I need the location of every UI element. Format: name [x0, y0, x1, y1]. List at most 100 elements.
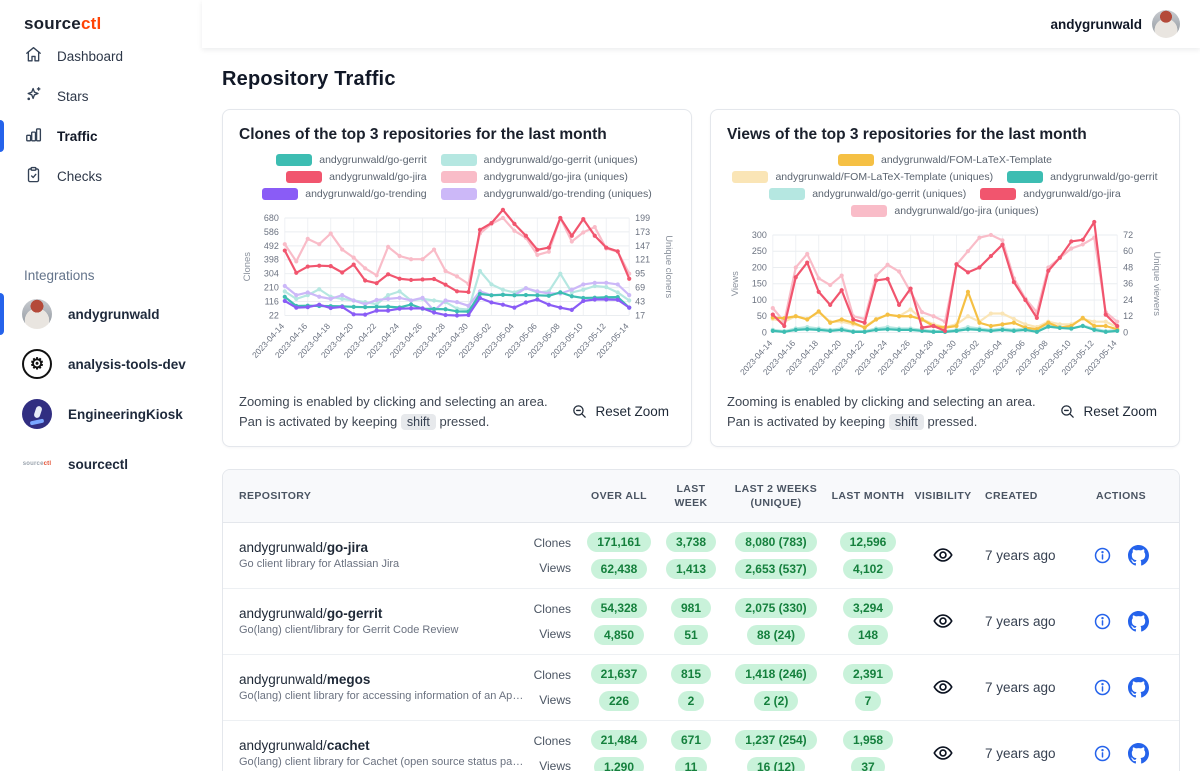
- nav-label: Dashboard: [57, 49, 123, 64]
- legend-item[interactable]: andygrunwald/FOM-LaTeX-Template (uniques…: [732, 171, 993, 183]
- svg-text:250: 250: [752, 246, 767, 256]
- metric-label: Clones: [534, 536, 571, 550]
- brand-logo-suffix: ctl: [81, 14, 101, 33]
- zoom-hint-text-2: pressed.: [927, 414, 977, 429]
- legend-swatch: [851, 205, 887, 217]
- repo-full-name[interactable]: andygrunwald/go-gerrit: [239, 606, 527, 621]
- repo-cell: andygrunwald/cachet Go(lang) client libra…: [239, 738, 527, 768]
- sidebar-item-traffic[interactable]: Traffic: [0, 116, 202, 156]
- repo-full-name[interactable]: andygrunwald/cachet: [239, 738, 527, 753]
- github-icon[interactable]: [1128, 743, 1149, 764]
- stat-cell: 98151: [659, 598, 723, 645]
- legend-item[interactable]: andygrunwald/go-jira: [980, 188, 1120, 200]
- repo-name: go-jira: [327, 540, 368, 555]
- zoom-hint: Zooming is enabled by clicking and selec…: [727, 392, 1041, 431]
- actions-cell: [1079, 677, 1163, 698]
- repo-owner: andygrunwald/: [239, 672, 327, 687]
- legend-label: andygrunwald/go-trending: [305, 188, 426, 200]
- svg-text:210: 210: [264, 283, 279, 293]
- integration-item-sourcectl[interactable]: sourcectlsourcectl: [0, 439, 202, 489]
- visibility-cell: [907, 544, 979, 566]
- column-header-last-week: LAST WEEK: [659, 482, 723, 510]
- legend-item[interactable]: andygrunwald/go-gerrit: [1007, 171, 1157, 183]
- svg-text:22: 22: [269, 310, 279, 320]
- views-chart-canvas[interactable]: 2023-04-142023-04-162023-04-182023-04-20…: [727, 223, 1163, 386]
- stat-badge: 2,653 (537): [735, 559, 816, 579]
- stat-badge: 12,596: [840, 532, 897, 552]
- legend-label: andygrunwald/go-jira: [329, 171, 426, 183]
- clipboard-check-icon: [24, 165, 43, 187]
- column-header-over-all: OVER ALL: [579, 489, 659, 503]
- sidebar-item-stars[interactable]: Stars: [0, 76, 202, 116]
- legend-item[interactable]: andygrunwald/go-gerrit (uniques): [441, 154, 638, 166]
- repo-full-name[interactable]: andygrunwald/megos: [239, 672, 527, 687]
- stat-badge: 2,391: [843, 664, 893, 684]
- repo-description: Go(lang) client library for Cachet (open…: [239, 756, 527, 768]
- eye-icon[interactable]: [932, 676, 954, 698]
- eye-icon[interactable]: [932, 544, 954, 566]
- github-icon[interactable]: [1128, 611, 1149, 632]
- repo-name: megos: [327, 672, 371, 687]
- svg-text:Unique cloners: Unique cloners: [663, 235, 674, 298]
- legend-item[interactable]: andygrunwald/go-gerrit: [276, 154, 426, 166]
- legend-label: andygrunwald/go-jira (uniques): [894, 205, 1038, 217]
- clones-chart-legend: andygrunwald/go-gerrit andygrunwald/go-ge…: [239, 154, 675, 200]
- info-icon[interactable]: [1093, 546, 1112, 565]
- zoom-hint: Zooming is enabled by clicking and selec…: [239, 392, 553, 431]
- legend-label: andygrunwald/go-gerrit (uniques): [812, 188, 966, 200]
- actions-cell: [1079, 743, 1163, 764]
- table-row: andygrunwald/cachet Go(lang) client libra…: [223, 720, 1179, 771]
- mini-logo-prefix: source: [23, 461, 44, 467]
- reset-zoom-button[interactable]: Reset Zoom: [1053, 397, 1163, 426]
- legend-swatch: [286, 171, 322, 183]
- legend-label: andygrunwald/go-jira (uniques): [484, 171, 628, 183]
- eye-icon[interactable]: [932, 742, 954, 764]
- zoom-out-icon: [571, 403, 588, 420]
- repo-description: Go(lang) client library for accessing in…: [239, 690, 527, 702]
- github-icon[interactable]: [1128, 677, 1149, 698]
- legend-item[interactable]: andygrunwald/go-trending (uniques): [441, 188, 652, 200]
- legend-item[interactable]: andygrunwald/FOM-LaTeX-Template: [838, 154, 1052, 166]
- nav-label: Traffic: [57, 129, 98, 144]
- sidebar-item-checks[interactable]: Checks: [0, 156, 202, 196]
- stat-badge: 8,080 (783): [735, 532, 816, 552]
- github-icon[interactable]: [1128, 545, 1149, 566]
- views-chart-title: Views of the top 3 repositories for the …: [727, 126, 1163, 144]
- clones-chart-canvas[interactable]: 2023-04-142023-04-162023-04-182023-04-20…: [239, 206, 675, 369]
- legend-item[interactable]: andygrunwald/go-gerrit (uniques): [769, 188, 966, 200]
- legend-item[interactable]: andygrunwald/go-jira (uniques): [441, 171, 628, 183]
- metric-labels: ClonesViews: [527, 536, 579, 575]
- created-cell: 7 years ago: [979, 614, 1079, 629]
- svg-text:50: 50: [757, 311, 767, 321]
- integration-item-engineeringkiosk[interactable]: EngineeringKiosk: [0, 389, 202, 439]
- svg-text:Unique viewers: Unique viewers: [1151, 251, 1162, 316]
- sidebar: sourcectl DashboardStarsTrafficChecks In…: [0, 0, 202, 771]
- sidebar-item-dashboard[interactable]: Dashboard: [0, 36, 202, 76]
- info-icon[interactable]: [1093, 744, 1112, 763]
- stat-cell: 2,075 (330)88 (24): [723, 598, 829, 645]
- created-cell: 7 years ago: [979, 548, 1079, 563]
- user-avatar[interactable]: [1152, 10, 1180, 38]
- svg-text:200: 200: [752, 262, 767, 272]
- eye-icon[interactable]: [932, 610, 954, 632]
- reset-zoom-button[interactable]: Reset Zoom: [565, 397, 675, 426]
- info-icon[interactable]: [1093, 612, 1112, 631]
- stat-badge: 226: [599, 691, 639, 711]
- integration-item-andygrunwald[interactable]: andygrunwald: [0, 289, 202, 339]
- stat-cell: 21,4841,290: [579, 730, 659, 771]
- legend-swatch: [769, 188, 805, 200]
- info-icon[interactable]: [1093, 678, 1112, 697]
- integration-item-analysis-tools-dev[interactable]: ⚙analysis-tools-dev: [0, 339, 202, 389]
- legend-item[interactable]: andygrunwald/go-trending: [262, 188, 426, 200]
- legend-item[interactable]: andygrunwald/go-jira (uniques): [851, 205, 1038, 217]
- repo-full-name[interactable]: andygrunwald/go-jira: [239, 540, 527, 555]
- accent-shape: [30, 419, 45, 426]
- legend-label: andygrunwald/go-gerrit: [319, 154, 426, 166]
- legend-swatch: [441, 171, 477, 183]
- stat-badge: 11: [675, 757, 708, 771]
- legend-item[interactable]: andygrunwald/go-jira: [286, 171, 426, 183]
- topbar-username[interactable]: andygrunwald: [1050, 17, 1142, 32]
- svg-text:0: 0: [1123, 327, 1128, 337]
- stat-badge: 815: [671, 664, 711, 684]
- reset-zoom-label: Reset Zoom: [1083, 404, 1157, 419]
